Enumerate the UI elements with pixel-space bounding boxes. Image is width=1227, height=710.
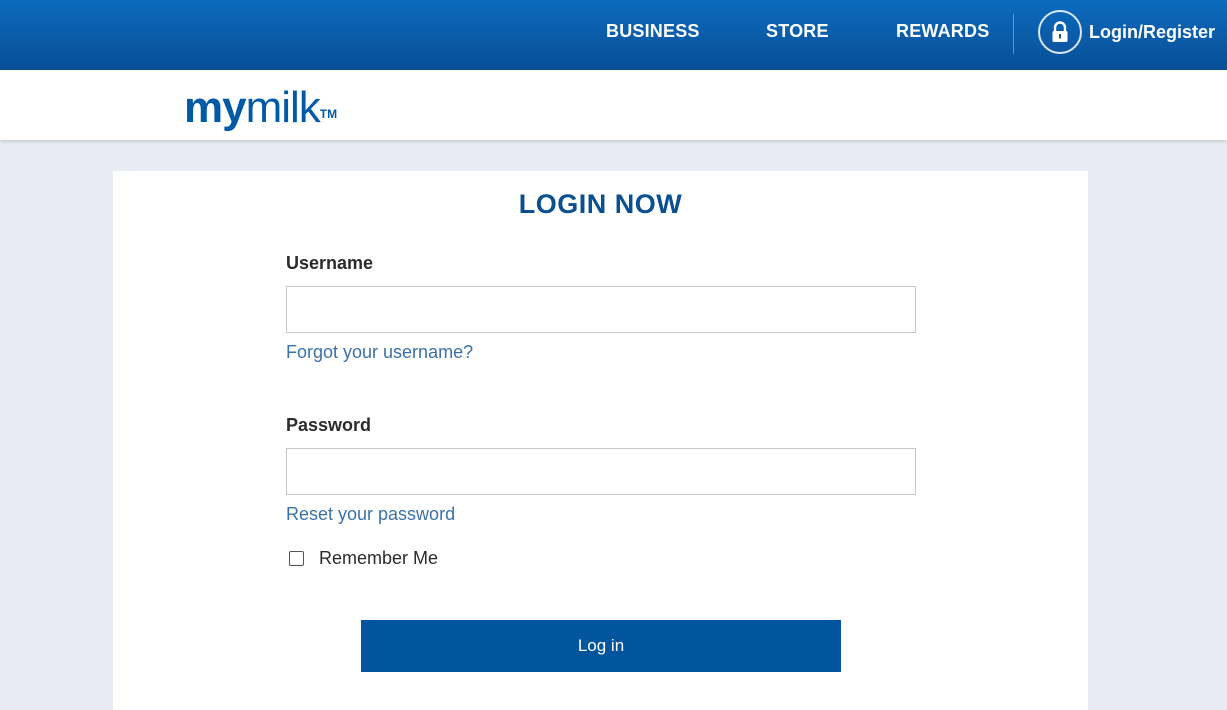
- login-register-label: Login/Register: [1089, 21, 1216, 42]
- nav-divider: [1013, 14, 1014, 54]
- nav-store-link[interactable]: STORE: [766, 18, 829, 44]
- log-in-button[interactable]: Log in: [361, 620, 841, 672]
- login-register-link[interactable]: Login/Register: [1038, 10, 1227, 54]
- username-input[interactable]: [286, 286, 916, 333]
- remember-me-label: Remember Me: [319, 547, 439, 568]
- nav-business-link[interactable]: BUSINESS: [606, 18, 700, 44]
- site-header: mymilkTM: [0, 70, 1227, 140]
- remember-me-checkbox[interactable]: [289, 550, 304, 566]
- password-label: Password: [286, 415, 372, 435]
- top-nav-bar: BUSINESS STORE REWARDS Login/Register: [0, 0, 1227, 70]
- nav-rewards-link[interactable]: REWARDS: [896, 18, 989, 44]
- reset-password-link[interactable]: Reset your password: [286, 504, 455, 525]
- password-input[interactable]: [286, 448, 916, 495]
- remember-me-row: Remember Me: [289, 546, 438, 570]
- login-title: LOGIN NOW: [518, 189, 683, 219]
- mymilk-logo[interactable]: mymilkTM: [184, 86, 337, 130]
- login-card: LOGIN NOW Username Forgot your username?…: [113, 171, 1088, 710]
- username-label: Username: [286, 253, 374, 273]
- forgot-username-link[interactable]: Forgot your username?: [286, 342, 473, 363]
- lock-icon: [1038, 10, 1082, 54]
